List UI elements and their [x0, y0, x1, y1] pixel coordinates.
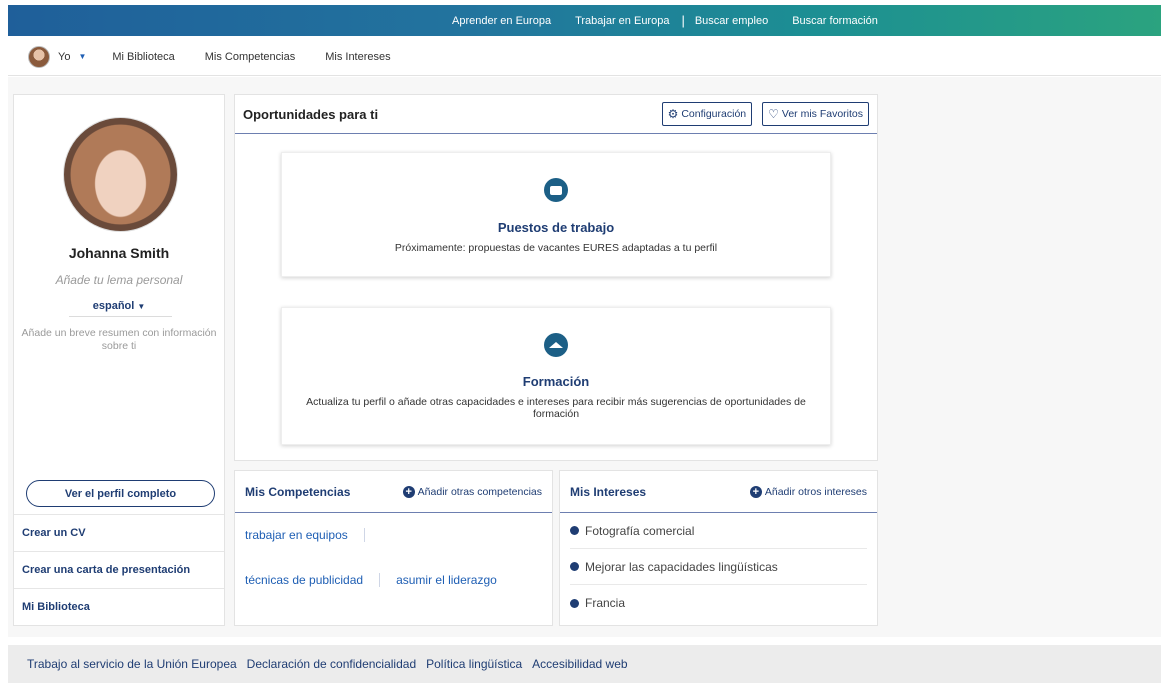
divider [69, 316, 172, 317]
graduation-cap-icon [544, 333, 568, 357]
view-full-profile-button[interactable]: Ver el perfil completo [26, 480, 215, 507]
nav-item-competencies[interactable]: Mis Competencias [205, 51, 295, 63]
add-interests-link[interactable]: + Añadir otros intereses [749, 485, 867, 498]
training-title: Formación [522, 374, 590, 389]
list-item[interactable]: Mejorar las capacidades lingüísticas [570, 549, 867, 585]
add-interests-label: Añadir otros intereses [764, 485, 867, 498]
competencies-header: Mis Competencias + Añadir otras competen… [235, 471, 552, 513]
configuration-label: Configuración [681, 108, 747, 120]
language-label: español [92, 300, 135, 312]
profile-photo[interactable] [63, 117, 178, 232]
bullet-icon [570, 526, 579, 535]
plus-circle-icon: + [402, 485, 415, 498]
topbar-link-find-training[interactable]: Buscar formación [792, 15, 878, 27]
list-item: trabajar en equipos [245, 525, 542, 545]
footer: Trabajo al servicio de la Unión Europea … [8, 645, 1161, 683]
profile-motto[interactable]: Añade tu lema personal [14, 273, 224, 287]
interest-label: Fotografía comercial [585, 523, 695, 538]
create-cover-letter-link[interactable]: Crear una carta de presentación [14, 551, 224, 588]
divider [379, 572, 381, 587]
footer-link-privacy[interactable]: Declaración de confidencialidad [247, 657, 416, 671]
view-favorites-button[interactable]: ♡ Ver mis Favoritos [762, 102, 869, 126]
opportunities-panel: Oportunidades para ti ⚙ Configuración ♡ … [234, 94, 878, 461]
chevron-down-icon: ▼ [137, 302, 146, 311]
competency-tag[interactable]: trabajar en equipos [245, 528, 348, 542]
competencies-list: trabajar en equipos técnicas de publicid… [235, 513, 552, 598]
opportunities-header: Oportunidades para ti ⚙ Configuración ♡ … [235, 95, 877, 134]
interests-title: Mis Intereses [570, 484, 647, 499]
gear-icon: ⚙ [667, 107, 679, 121]
list-item: técnicas de publicidad asumir el lideraz… [245, 561, 542, 598]
profile-name: Johanna Smith [68, 245, 170, 261]
chevron-down-icon[interactable]: ▼ [78, 52, 86, 61]
competencies-title: Mis Competencias [245, 484, 351, 499]
profile-links: Crear un CV Crear una carta de presentac… [14, 514, 224, 625]
training-text: Actualiza tu perfil o añade otras capaci… [306, 396, 806, 420]
user-menu-label[interactable]: Yo [58, 51, 70, 63]
footer-link-accessibility[interactable]: Accesibilidad web [532, 657, 627, 671]
bullet-icon [570, 598, 579, 608]
profile-summary[interactable]: Añade un breve resumen con información s… [20, 327, 218, 353]
interests-list: Fotografía comercial Mejorar las capacid… [560, 513, 877, 621]
top-banner: Aprender en Europa Trabajar en Europa | … [8, 5, 1161, 36]
competency-tag[interactable]: técnicas de publicidad [245, 573, 363, 587]
briefcase-icon [544, 178, 568, 202]
nav-item-interests[interactable]: Mis Intereses [325, 51, 390, 63]
nav-item-library[interactable]: Mi Biblioteca [112, 51, 174, 63]
list-item[interactable]: Fotografía comercial [570, 513, 867, 549]
add-competencies-label: Añadir otras competencias [417, 485, 542, 498]
my-library-link[interactable]: Mi Biblioteca [14, 588, 224, 625]
bullet-icon [570, 562, 579, 571]
competency-tag[interactable]: asumir el liderazgo [396, 573, 497, 587]
secondary-nav: Yo ▼ Mi Biblioteca Mis Competencias Mis … [8, 38, 1161, 76]
training-card[interactable]: Formación Actualiza tu perfil o añade ot… [281, 307, 831, 445]
heart-icon: ♡ [768, 107, 779, 121]
interest-label: Francia [585, 596, 626, 610]
footer-link-eu-service[interactable]: Trabajo al servicio de la Unión Europea [27, 657, 237, 671]
footer-link-language-policy[interactable]: Política lingüística [426, 657, 522, 671]
topbar-link-find-job[interactable]: Buscar empleo [695, 15, 768, 27]
jobs-card[interactable]: Puestos de trabajo Próximamente: propues… [281, 152, 831, 277]
jobs-title: Puestos de trabajo [497, 220, 615, 235]
list-item[interactable]: Francia [570, 585, 867, 621]
add-competencies-link[interactable]: + Añadir otras competencias [402, 485, 542, 498]
jobs-text: Próximamente: propuestas de vacantes EUR… [394, 242, 718, 254]
interests-panel: Mis Intereses + Añadir otros intereses F… [559, 470, 878, 626]
create-cv-link[interactable]: Crear un CV [14, 514, 224, 551]
profile-card: Johanna Smith Añade tu lema personal esp… [13, 94, 225, 626]
favorites-label: Ver mis Favoritos [781, 108, 863, 120]
configuration-button[interactable]: ⚙ Configuración [661, 102, 753, 126]
divider [363, 528, 365, 542]
interest-label: Mejorar las capacidades lingüísticas [585, 559, 778, 574]
language-selector[interactable]: español ▼ [14, 300, 224, 312]
topbar-link-work[interactable]: Trabajar en Europa [575, 15, 669, 27]
competencies-panel: Mis Competencias + Añadir otras competen… [234, 470, 553, 626]
topbar-separator: | [681, 13, 685, 28]
avatar[interactable] [28, 45, 50, 68]
plus-circle-icon: + [749, 485, 762, 498]
opportunities-title: Oportunidades para ti [243, 106, 379, 122]
interests-header: Mis Intereses + Añadir otros intereses [560, 471, 877, 513]
topbar-link-learn[interactable]: Aprender en Europa [452, 15, 551, 27]
